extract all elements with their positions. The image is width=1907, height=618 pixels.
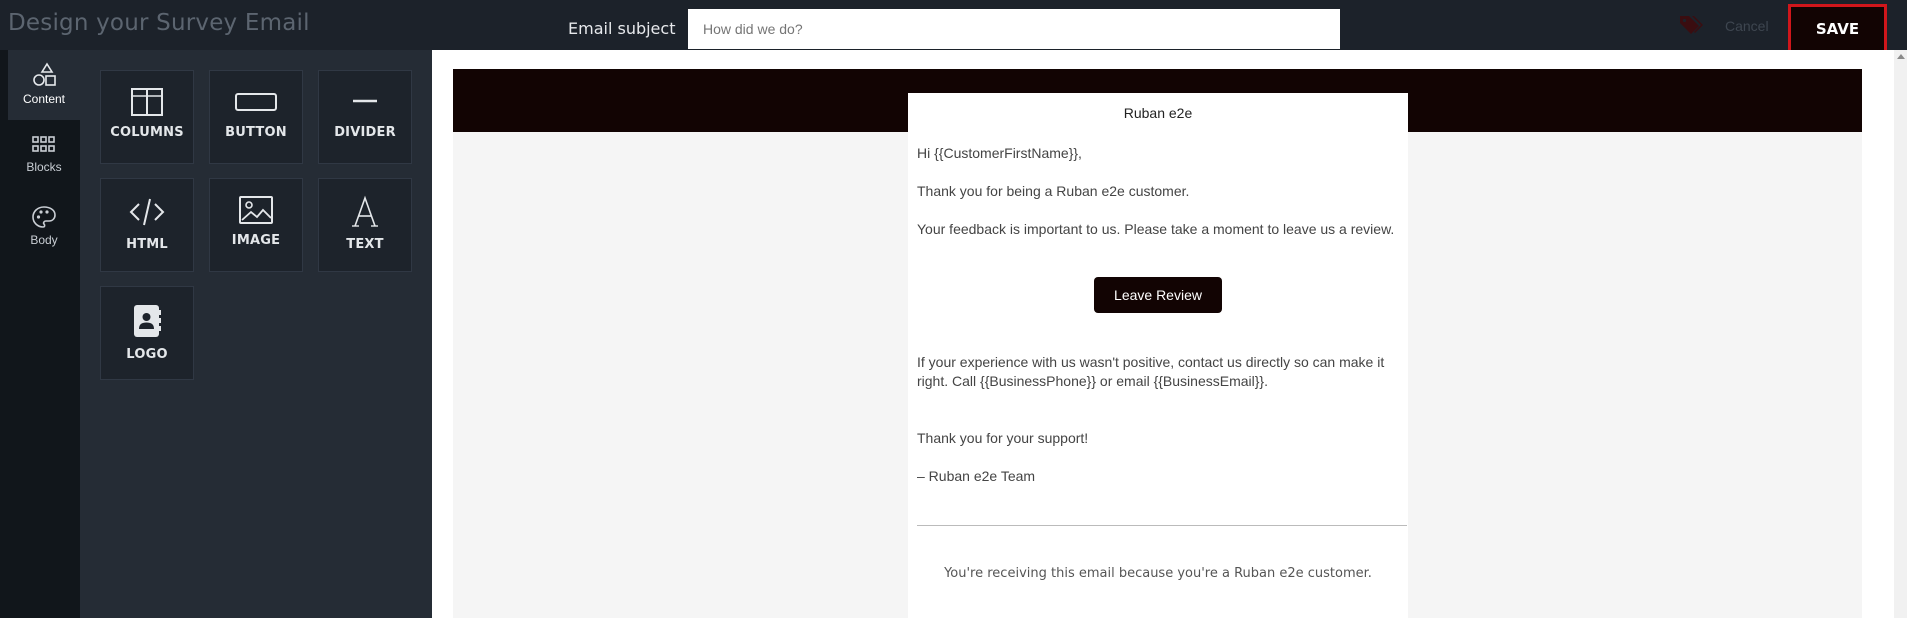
leave-review-button[interactable]: Leave Review <box>1094 277 1222 313</box>
email-subject-input[interactable] <box>688 9 1340 49</box>
columns-icon <box>131 88 163 116</box>
button-icon <box>235 93 277 111</box>
cancel-button[interactable]: Cancel <box>1725 18 1769 34</box>
shapes-icon <box>33 62 56 86</box>
palette-icon <box>32 206 56 228</box>
sidebar-rail: Content Blocks Body <box>0 50 80 618</box>
contact-book-icon <box>134 305 161 337</box>
sidebar-item-label: Body <box>30 233 58 247</box>
email-signature: – Ruban e2e Team <box>917 468 1036 484</box>
sidebar-item-body[interactable]: Body <box>8 193 80 263</box>
sidebar-item-label: Content <box>22 92 66 106</box>
email-brand-title: Ruban e2e <box>1123 105 1193 121</box>
page-title: Design your Survey Email <box>8 10 310 36</box>
save-button[interactable]: SAVE <box>1788 4 1887 54</box>
email-subject-label: Email subject <box>568 19 676 38</box>
tool-label: IMAGE <box>231 233 281 248</box>
email-footer: You're receiving this email because you'… <box>944 566 1372 581</box>
email-text-line: If your experience with us wasn't positi… <box>917 354 1385 389</box>
email-body[interactable]: Ruban e2e Hi {{CustomerFirstName}}, Than… <box>908 93 1408 618</box>
tool-text[interactable]: TEXT <box>318 178 412 272</box>
code-icon <box>129 198 165 226</box>
tool-label: HTML <box>126 237 168 252</box>
text-icon <box>352 195 378 227</box>
email-text-line: Thank you for your support! <box>917 430 1089 446</box>
tool-label: TEXT <box>346 237 384 252</box>
scroll-up-icon[interactable] <box>1897 54 1905 59</box>
divider-icon <box>353 99 377 103</box>
tool-image[interactable]: IMAGE <box>209 178 303 272</box>
sidebar-item-label: Blocks <box>26 160 62 174</box>
grid-icon <box>32 136 55 152</box>
email-divider <box>917 525 1407 526</box>
tool-divider[interactable]: DIVIDER <box>318 70 412 164</box>
tool-html[interactable]: HTML <box>100 178 194 272</box>
image-icon <box>239 196 273 224</box>
tool-label: COLUMNS <box>110 125 184 140</box>
email-text-line: Your feedback is important to us. Please… <box>917 221 1395 237</box>
sidebar-item-content[interactable]: Content <box>8 50 80 120</box>
email-text-line: Thank you for being a Ruban e2e customer… <box>917 183 1190 199</box>
top-bar: Design your Survey Email Email subject C… <box>0 0 1907 54</box>
tool-label: DIVIDER <box>334 125 396 140</box>
email-greeting: Hi {{CustomerFirstName}}, <box>917 145 1082 161</box>
tool-button[interactable]: BUTTON <box>209 70 303 164</box>
tags-icon[interactable] <box>1678 13 1704 37</box>
tool-logo[interactable]: LOGO <box>100 286 194 380</box>
tool-label: BUTTON <box>225 125 287 140</box>
tool-label: LOGO <box>126 347 168 362</box>
content-tools-panel: COLUMNS BUTTON DIVIDER HTML IMAGE TEXT L… <box>80 50 432 618</box>
tool-columns[interactable]: COLUMNS <box>100 70 194 164</box>
canvas-scrollbar[interactable] <box>1894 50 1907 618</box>
sidebar-item-blocks[interactable]: Blocks <box>8 122 80 192</box>
